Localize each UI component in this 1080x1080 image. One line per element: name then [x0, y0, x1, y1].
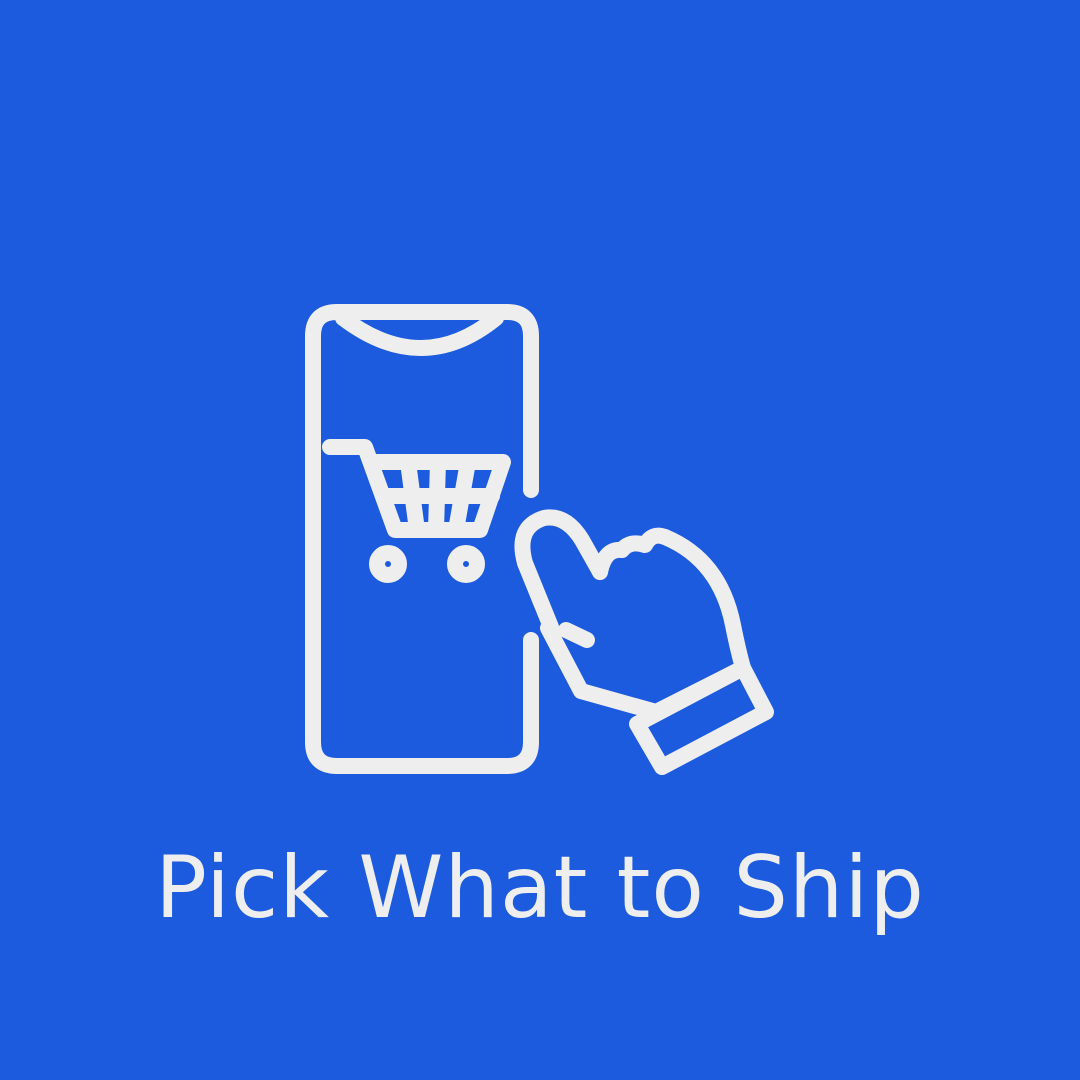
smartphone-icon	[305, 304, 539, 774]
shopping-cart-icon	[322, 439, 511, 583]
caption-title: Pick What to Ship	[155, 838, 925, 938]
pointing-hand-icon	[514, 509, 774, 775]
